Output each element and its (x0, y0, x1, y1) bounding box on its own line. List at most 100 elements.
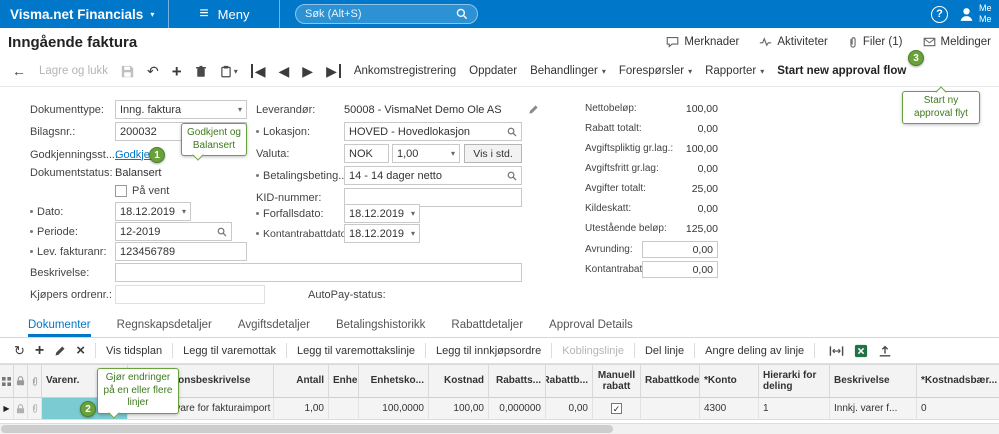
column-header-enhet[interactable]: Enhe (329, 364, 359, 398)
behandlinger-dropdown[interactable]: Behandlinger ▾ (530, 65, 606, 77)
tab-rabattdetaljer[interactable]: Rabattdetaljer (451, 315, 523, 337)
tab-regnskapsdetaljer[interactable]: Regnskapsdetaljer (117, 315, 212, 337)
delete-row-icon[interactable]: × (76, 343, 85, 358)
column-header-enhetskostnad[interactable]: Enhetsko... (359, 364, 429, 398)
lokasjon-lookup[interactable]: HOVED - Hovedlokasjon (344, 122, 522, 141)
oppdater-button[interactable]: Oppdater (469, 65, 517, 77)
foresporsler-dropdown[interactable]: Forespørsler ▾ (619, 65, 692, 77)
cell-enhet[interactable] (329, 398, 359, 420)
vis-i-std-button[interactable]: Vis i std. (464, 144, 522, 163)
start-new-approval-flow-button[interactable]: Start new approval flow (777, 65, 906, 77)
kontantrabatt-input[interactable] (642, 261, 718, 278)
undo-icon[interactable]: ↶ (147, 64, 159, 78)
betalingsbetingelser-lookup[interactable]: 14 - 14 dager netto (344, 166, 522, 185)
rapporter-dropdown[interactable]: Rapporter ▾ (705, 65, 764, 77)
cell-konto[interactable]: 4300 (700, 398, 759, 420)
koblingslinje-button[interactable]: Koblingslinje (562, 345, 624, 357)
lev-fakturanr-input[interactable] (115, 242, 247, 261)
column-header-hierarki-for-deling[interactable]: Hierarki for deling (759, 364, 830, 398)
refresh-icon[interactable]: ↻ (14, 344, 25, 357)
valuta-code-input[interactable] (344, 144, 389, 163)
column-header-beskrivelse[interactable]: Beskrivelse (830, 364, 917, 398)
edit-row-icon[interactable] (54, 345, 66, 357)
legg-til-innkjopsordre-button[interactable]: Legg til innkjøpsordre (436, 345, 541, 357)
fit-width-icon[interactable] (829, 345, 844, 357)
kjopers-ordrenr-input[interactable] (115, 285, 265, 304)
grid-settings-icon[interactable] (0, 364, 14, 398)
ankomstregistrering-button[interactable]: Ankomstregistrering (354, 65, 456, 77)
row-selector[interactable]: ▶ (0, 398, 14, 420)
filer-button[interactable]: Filer (1) (848, 36, 903, 49)
tab-betalingshistorikk[interactable]: Betalingshistorikk (336, 315, 425, 337)
column-header-konto[interactable]: *Konto (700, 364, 759, 398)
row-attachment-icon[interactable] (28, 398, 42, 420)
excel-export-icon[interactable] (854, 344, 868, 358)
next-record-icon[interactable]: ▶ (302, 64, 313, 78)
column-header-kostnad[interactable]: Kostnad (429, 364, 489, 398)
help-button[interactable]: ? (931, 5, 948, 23)
search-icon[interactable] (456, 8, 468, 20)
aktiviteter-button[interactable]: Aktiviteter (759, 36, 828, 48)
forfallsdato-datepicker[interactable]: 18.12.2019 ▾ (344, 204, 420, 223)
avrunding-input[interactable] (642, 241, 718, 258)
tab-approval-details[interactable]: Approval Details (549, 315, 633, 337)
add-record-icon[interactable]: + (172, 63, 182, 80)
edit-pencil-icon[interactable] (528, 104, 539, 115)
lock-column-header-icon[interactable] (14, 364, 28, 398)
angre-deling-av-linje-button[interactable]: Angre deling av linje (705, 345, 804, 357)
dokumenttype-select[interactable]: Inng. faktura ▾ (115, 100, 247, 119)
dato-datepicker[interactable]: 18.12.2019 ▾ (115, 202, 191, 221)
del-linje-button[interactable]: Del linje (645, 345, 684, 357)
save-and-close-button[interactable]: Lagre og lukk (39, 65, 108, 77)
copy-paste-icon[interactable]: ▾ (220, 65, 238, 78)
cell-hierarki-for-deling[interactable]: 1 (759, 398, 830, 420)
delete-icon[interactable] (195, 65, 207, 78)
upload-icon[interactable] (878, 344, 892, 358)
cell-rabattkode[interactable] (641, 398, 700, 420)
add-row-icon[interactable]: + (35, 342, 44, 359)
cell-antall[interactable]: 1,00 (274, 398, 329, 420)
attachment-column-header-icon[interactable] (28, 364, 42, 398)
tab-dokumenter[interactable]: Dokumenter (28, 315, 91, 337)
column-header-kostnadsbaerer[interactable]: *Kostnadsbær... (917, 364, 999, 398)
user-menu[interactable]: Me Me (958, 3, 999, 25)
merknader-button[interactable]: Merknader (666, 36, 739, 48)
meny-button[interactable]: ≡ Meny (169, 6, 279, 22)
previous-record-icon[interactable]: ◀ (279, 64, 290, 78)
cell-rabattbelop[interactable]: 0,00 (546, 398, 593, 420)
legg-til-varemottakslinje-button[interactable]: Legg til varemottakslinje (297, 345, 415, 357)
column-header-rabattsats[interactable]: Rabatts... (489, 364, 546, 398)
cell-beskrivelse[interactable]: Innkj. varer f... (830, 398, 917, 420)
cell-kostnad[interactable]: 100,00 (429, 398, 489, 420)
vis-tidsplan-button[interactable]: Vis tidsplan (106, 345, 162, 357)
beskrivelse-input[interactable] (115, 263, 522, 282)
brand-menu[interactable]: Visma.net Financials ▾ (0, 7, 168, 22)
rabatt-totalt-value: 0,00 (697, 123, 718, 135)
column-header-rabattbelop[interactable]: Rabattb... (546, 364, 593, 398)
legg-til-varemottak-button[interactable]: Legg til varemottak (183, 345, 276, 357)
column-header-antall[interactable]: Antall (274, 364, 329, 398)
first-record-icon[interactable]: ◀ (250, 64, 266, 78)
cell-manuell-rabatt[interactable] (593, 398, 641, 420)
column-header-manuell-rabatt[interactable]: Manuell rabatt (593, 364, 641, 398)
global-search-input[interactable] (305, 8, 456, 20)
cell-enhetskostnad[interactable]: 100,0000 (359, 398, 429, 420)
last-record-icon[interactable]: ▶ (326, 64, 341, 78)
valuta-rate-select[interactable]: 1,00 ▾ (392, 144, 460, 163)
periode-lookup[interactable]: 12-2019 (115, 222, 232, 241)
horizontal-scrollbar[interactable] (0, 423, 999, 434)
back-icon[interactable]: ← (12, 64, 26, 78)
pa-vent-checkbox[interactable] (115, 184, 127, 197)
scrollbar-thumb[interactable] (1, 425, 613, 433)
manuell-rabatt-checkbox[interactable] (611, 403, 622, 414)
meldinger-button[interactable]: Meldinger (923, 36, 991, 48)
kontantrabattdato-datepicker[interactable]: 18.12.2019 ▾ (344, 224, 420, 243)
column-header-rabattkode[interactable]: Rabattkode (641, 364, 700, 398)
row-lock-icon[interactable] (14, 398, 28, 420)
leverandor-value[interactable]: 50008 - VismaNet Demo Ole AS (344, 104, 524, 116)
save-icon[interactable] (121, 65, 134, 78)
cell-kostnadsbaerer[interactable]: 0 (917, 398, 999, 420)
tab-avgiftsdetaljer[interactable]: Avgiftsdetaljer (238, 315, 310, 337)
hamburger-icon: ≡ (199, 5, 209, 22)
cell-rabattsats[interactable]: 0,000000 (489, 398, 546, 420)
